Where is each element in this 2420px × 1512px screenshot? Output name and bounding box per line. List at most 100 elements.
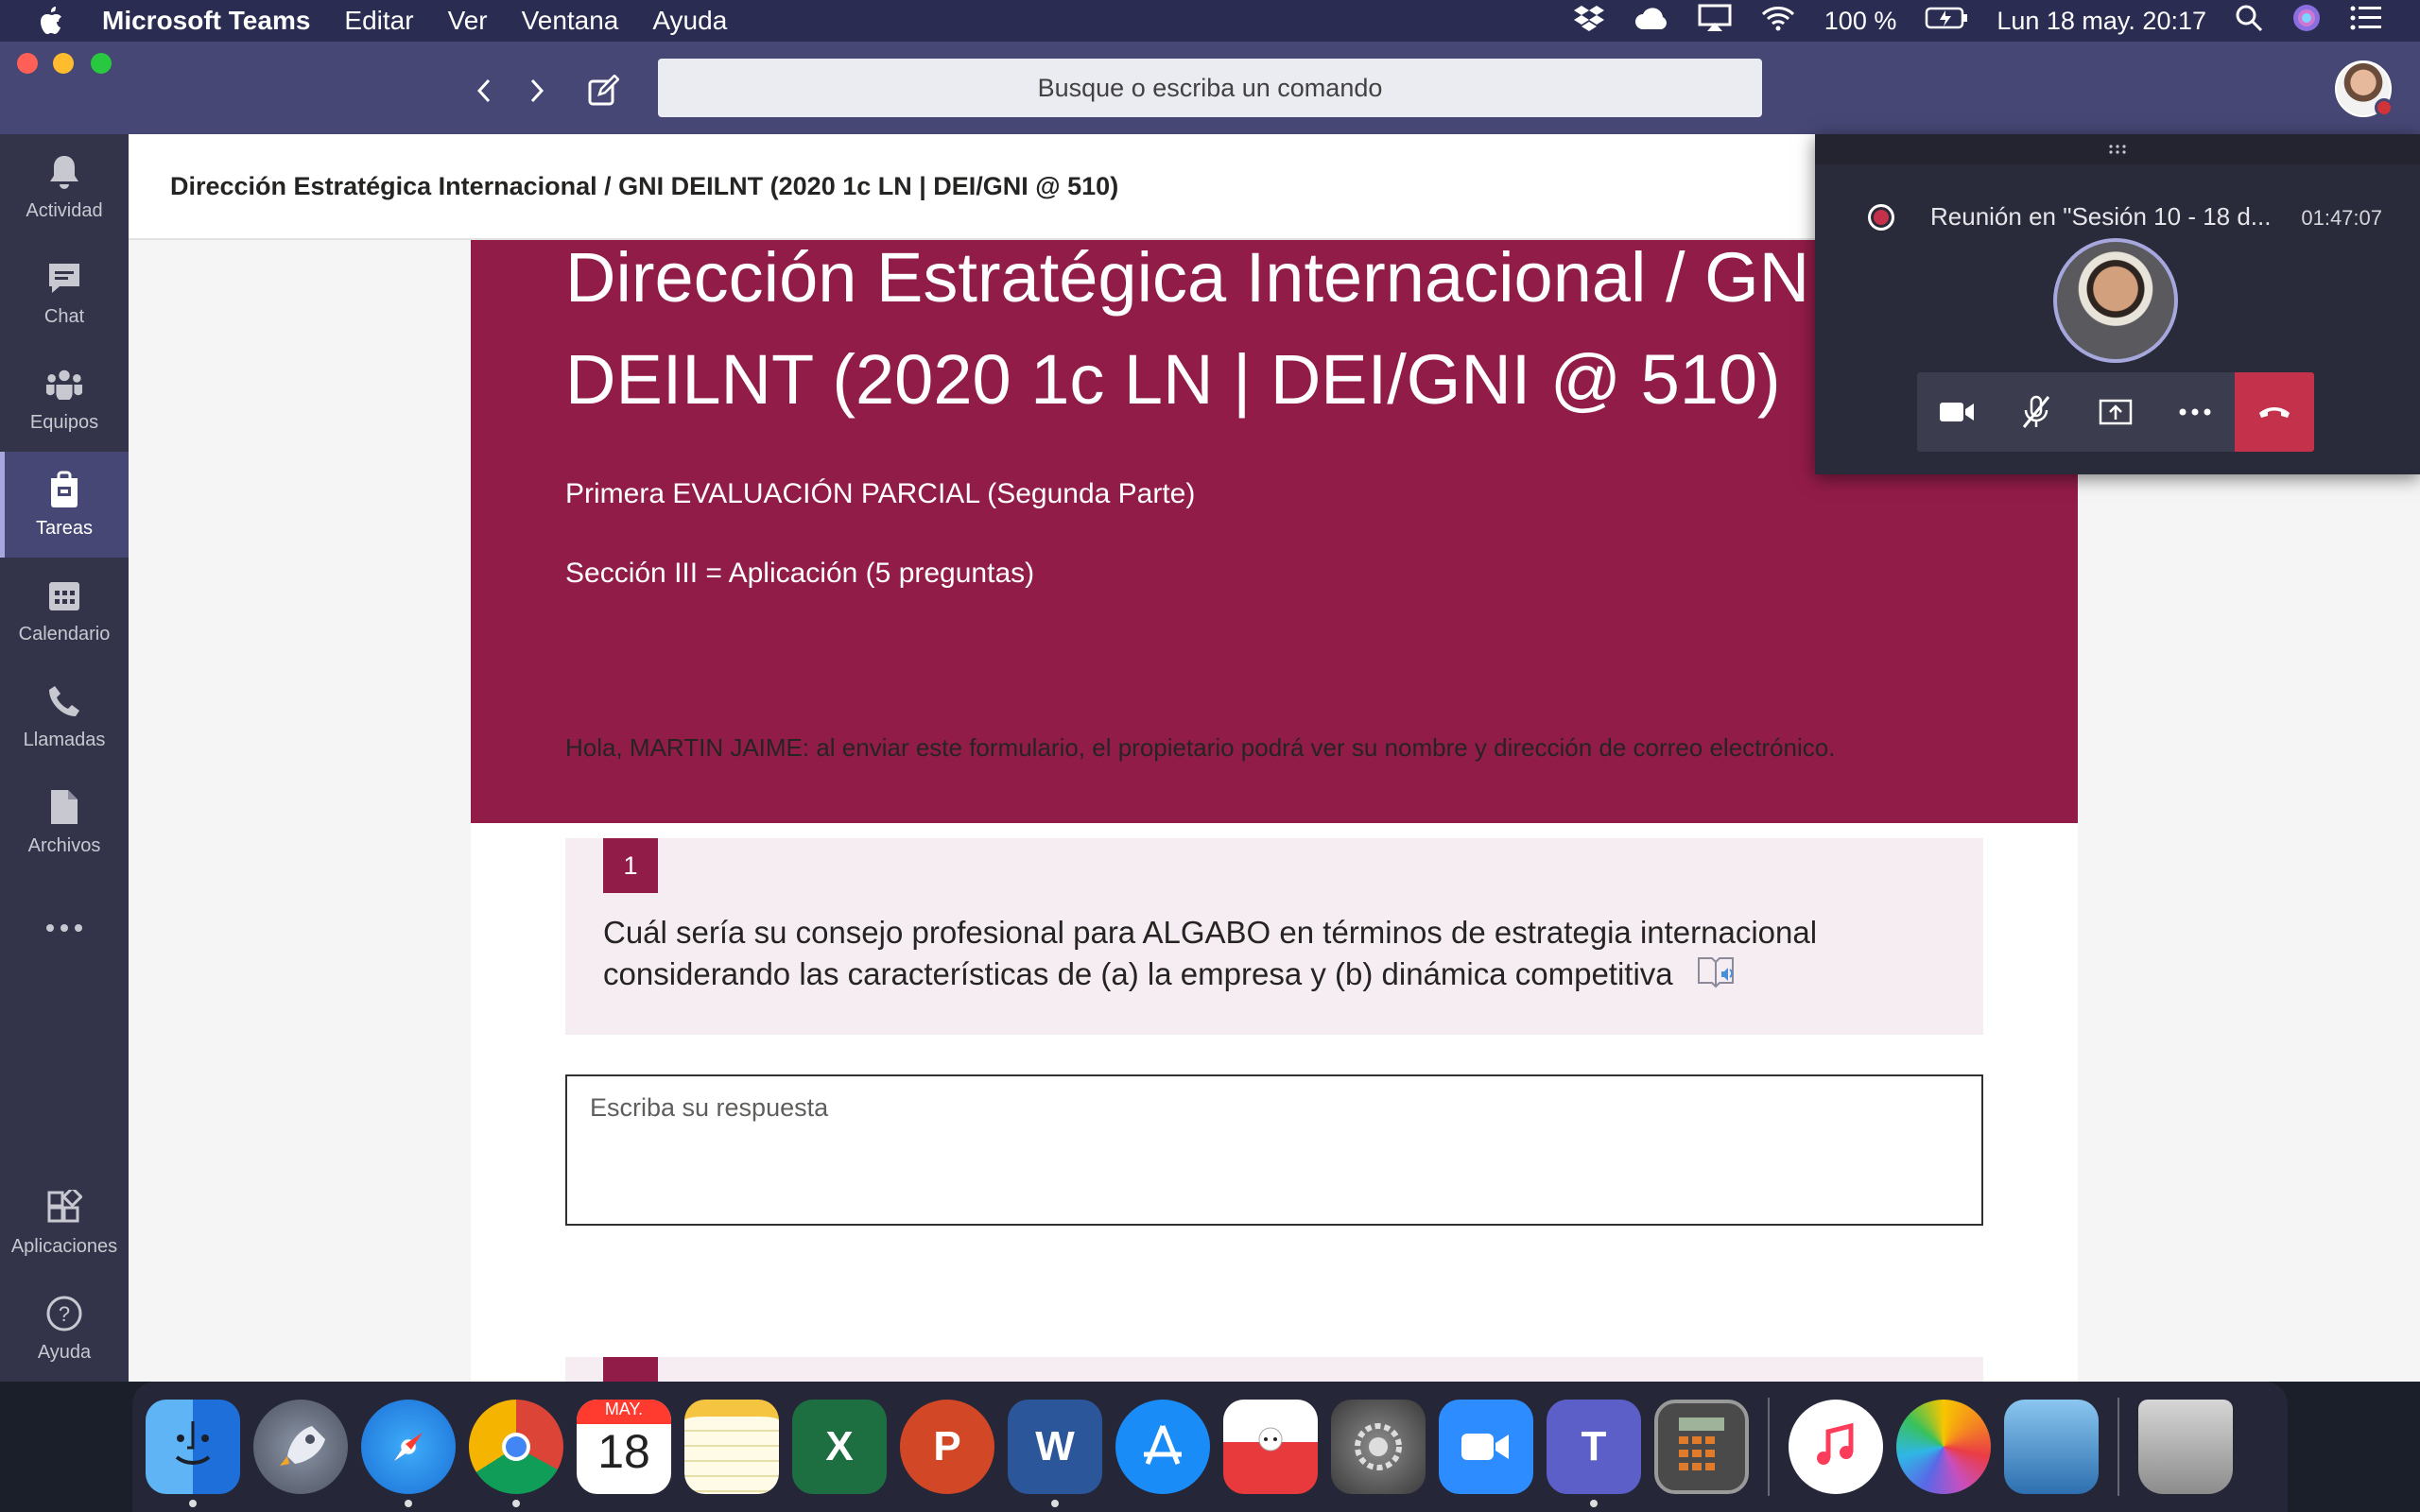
launchpad-icon[interactable] [253,1400,348,1494]
dock-separator [1768,1398,1770,1496]
app-bar: Actividad Chat Equipos Tareas Calendario… [0,134,129,1382]
cloud-icon[interactable] [1634,5,1669,38]
menu-ayuda[interactable]: Ayuda [652,6,727,36]
rail-label: Ayuda [37,1341,92,1363]
calendar-day: 18 [597,1425,650,1478]
popcorn-time-icon[interactable] [1223,1400,1318,1494]
drag-handle-icon[interactable] [1815,134,2420,164]
apple-icon[interactable] [38,5,68,37]
rail-item-calendario[interactable]: Calendario [0,558,129,663]
question-card: 1 Cuál sería su consejo profesional para… [565,838,1983,1035]
safari-icon[interactable] [361,1400,456,1507]
spotlight-search-icon[interactable] [2235,4,2263,39]
question-number: 1 [603,838,658,893]
help-icon: ? [45,1295,83,1332]
rail-item-equipos[interactable]: Equipos [0,346,129,452]
calendar-icon [45,576,83,614]
user-avatar[interactable] [2335,60,2394,117]
new-chat-icon[interactable] [584,72,622,110]
rail-item-actividad[interactable]: Actividad [0,134,129,240]
rail-item-aplicaciones[interactable]: Aplicaciones [0,1170,129,1276]
mute-microphone-button[interactable] [1996,372,2076,452]
back-arrow-icon[interactable] [465,72,503,110]
menubar-clock[interactable]: Lun 18 may. 20:17 [1996,7,2206,36]
rail-label: Aplicaciones [10,1235,118,1257]
rail-item-archivos[interactable]: Archivos [0,769,129,875]
meeting-title: Reunión en "Sesión 10 - 18 d... [1930,202,2272,231]
rail-label: Chat [43,305,85,327]
dock-separator [2118,1398,2119,1496]
question-text: Cuál sería su consejo profesional para A… [603,912,1889,999]
share-screen-button[interactable] [2076,372,2155,452]
rail-label: Calendario [18,623,111,644]
excel-icon[interactable]: X [792,1400,887,1494]
participant-avatar [2053,238,2178,363]
answer-placeholder: Escriba su respuesta [590,1093,829,1122]
assignments-icon [45,471,83,508]
dropbox-icon[interactable] [1573,4,1605,39]
bell-icon [45,153,83,191]
macos-dock: MAY. 18 X P W T [132,1382,2288,1512]
question-label: Cuál sería su consejo profesional para A… [603,915,1818,991]
trash-icon[interactable] [2138,1400,2233,1494]
powerpoint-icon[interactable]: P [900,1400,994,1494]
hang-up-button[interactable] [2235,372,2314,452]
answer-input[interactable]: Escriba su respuesta [565,1074,1983,1226]
app-menu[interactable]: Microsoft Teams [102,6,310,36]
files-icon [45,788,83,826]
menu-ventana[interactable]: Ventana [522,6,619,36]
rail-label: Equipos [29,411,99,433]
recording-icon [1868,204,1894,231]
privacy-notice: Hola, MARTIN JAIME: al enviar este formu… [565,733,1836,762]
airplay-icon[interactable] [1698,4,1732,39]
phone-icon [45,682,83,720]
chrome-icon[interactable] [469,1400,563,1507]
rail-item-tareas[interactable]: Tareas [0,452,129,558]
rail-item-chat[interactable]: Chat [0,240,129,346]
notes-icon[interactable] [684,1400,779,1494]
teams-icon [45,365,83,403]
teams-dock-icon[interactable]: T [1547,1400,1641,1507]
meeting-controls [1917,372,2314,452]
menu-ver[interactable]: Ver [448,6,488,36]
calculator-icon[interactable] [1654,1400,1749,1494]
rail-item-ayuda[interactable]: ? Ayuda [0,1276,129,1382]
more-apps-button[interactable] [0,875,129,981]
photos-icon[interactable] [1896,1400,1991,1494]
macos-menu-bar: Microsoft Teams Editar Ver Ventana Ayuda… [0,0,2420,42]
system-preferences-icon[interactable] [1331,1400,1426,1494]
rail-label: Tareas [35,517,94,539]
music-icon[interactable] [1789,1400,1883,1494]
preview-icon[interactable] [2004,1400,2099,1494]
meeting-timer: 01:47:07 [2301,206,2382,230]
rail-label: Actividad [26,199,103,221]
calendar-app-icon[interactable]: MAY. 18 [577,1400,671,1494]
rail-label: Archivos [27,834,101,856]
forward-arrow-icon[interactable] [518,72,556,110]
finder-icon[interactable] [146,1400,240,1507]
zoom-icon[interactable] [1439,1400,1533,1494]
zoom-window-button[interactable] [91,53,112,74]
search-command-input[interactable]: Busque o escriba un comando [658,59,1762,117]
page-title: Dirección Estratégica Internacional / GN… [170,171,1119,200]
word-icon[interactable]: W [1008,1400,1102,1507]
rail-item-llamadas[interactable]: Llamadas [0,663,129,769]
menu-editar[interactable]: Editar [344,6,413,36]
more-actions-button[interactable] [2155,372,2235,452]
battery-percent: 100 % [1824,6,1897,35]
meeting-mini-window[interactable]: Reunión en "Sesión 10 - 18 d... 01:47:07 [1815,134,2420,474]
notification-center-icon[interactable] [2350,6,2382,37]
form-subtitle-2: Sección III = Aplicación (5 preguntas) [565,558,1035,589]
rail-label: Llamadas [23,729,106,750]
running-indicator [405,1500,412,1507]
immersive-reader-icon[interactable] [1697,954,1737,999]
question-number-2 [603,1357,658,1382]
siri-icon[interactable] [2291,3,2322,40]
more-icon [45,909,83,947]
camera-button[interactable] [1917,372,1996,452]
close-window-button[interactable] [17,53,38,74]
app-store-icon[interactable] [1115,1400,1210,1494]
minimize-window-button[interactable] [53,53,74,74]
wifi-icon[interactable] [1760,5,1796,38]
battery-icon[interactable] [1925,6,1968,36]
